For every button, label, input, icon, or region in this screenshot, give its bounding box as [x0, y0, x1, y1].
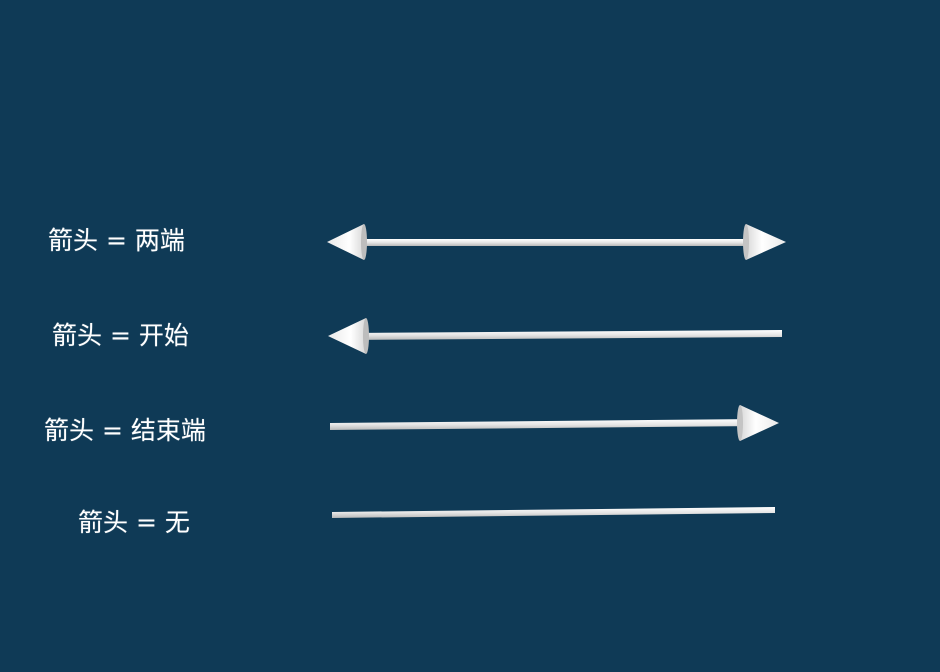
arrow-shaft — [330, 419, 760, 430]
arrow-shaft — [350, 330, 782, 340]
arrows-illustration — [327, 224, 786, 518]
arrowhead-left-icon — [327, 224, 367, 260]
arrow-start — [328, 318, 782, 354]
arrow-none — [332, 507, 775, 518]
canvas: 箭头 = 两端 箭头 = 开始 箭头 = 结束端 箭头 = 无 — [0, 0, 940, 672]
arrowhead-left-icon — [328, 318, 369, 354]
arrow-end — [330, 405, 779, 441]
arrow-shaft — [350, 239, 760, 246]
arrowhead-right-icon — [743, 224, 786, 260]
arrow-both — [327, 224, 786, 260]
arrow-shaft — [332, 507, 775, 518]
arrowhead-right-icon — [737, 405, 779, 441]
